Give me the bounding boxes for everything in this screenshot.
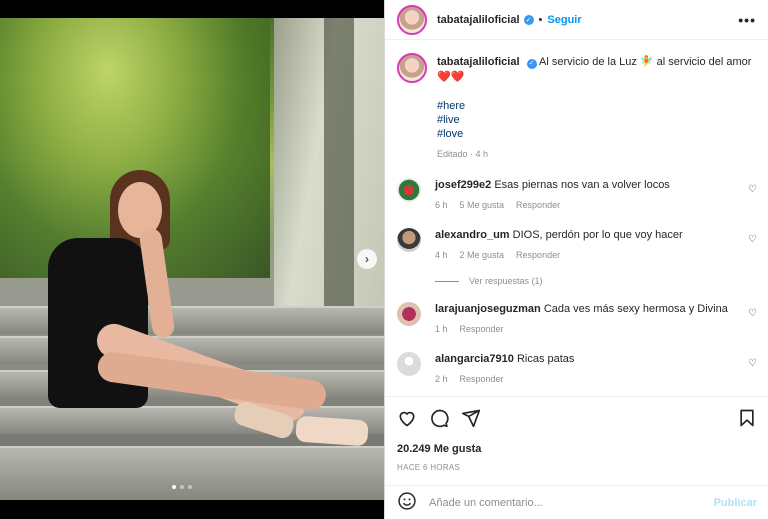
photo-subject: [38, 168, 369, 468]
heart-icon[interactable]: ♡: [748, 308, 757, 319]
add-comment-bar: Publicar: [385, 485, 768, 519]
caption-hearts: ❤️❤️: [437, 71, 465, 83]
verified-badge-icon: ✓: [526, 58, 537, 69]
avatar[interactable]: [397, 53, 427, 83]
hashtag-link[interactable]: #love: [437, 127, 757, 141]
comment-likes[interactable]: 5 Me gusta: [460, 198, 505, 212]
avatar[interactable]: [397, 228, 421, 252]
comment-item: alexandro_um DIOS, perdón por lo que voy…: [397, 228, 757, 262]
separator-dot: •: [538, 13, 543, 26]
caption-edited-time: Editado · 4 h: [437, 149, 489, 159]
comment-text: DIOS, perdón por lo que voy hacer: [512, 229, 683, 241]
reply-button[interactable]: Responder: [460, 322, 504, 336]
caption-username[interactable]: tabatajaliloficial: [437, 56, 520, 68]
avatar[interactable]: [397, 178, 421, 202]
post-header: tabatajaliloficial ✓ • Seguir •••: [385, 0, 768, 40]
post-author-username[interactable]: tabatajaliloficial: [437, 14, 520, 26]
comment-input[interactable]: [429, 496, 714, 509]
view-replies-button[interactable]: Ver respuestas (1): [435, 276, 757, 286]
comments-list[interactable]: tabatajaliloficial ✓ Al servicio de la L…: [385, 41, 768, 395]
comment-time: 4 h: [435, 250, 448, 260]
heart-icon[interactable]: [397, 408, 417, 428]
reply-button[interactable]: Responder: [516, 248, 560, 262]
heart-icon[interactable]: ♡: [748, 234, 757, 245]
caption-hashtags: #here #live #love: [437, 99, 757, 141]
comment-item: alangarcia7910 Ricas patas 2 h Responder…: [397, 352, 757, 386]
carousel-dot: [172, 485, 176, 489]
comment-icon[interactable]: [429, 408, 449, 428]
post-actions: 20.249 Me gusta HACE 6 HORAS: [385, 396, 768, 472]
comment-username[interactable]: larajuanjoseguzman: [435, 303, 541, 315]
post-photo[interactable]: [0, 18, 384, 500]
comment-username[interactable]: josef299e2: [435, 179, 491, 191]
comment-time: 1 h: [435, 324, 448, 334]
hashtag-link[interactable]: #live: [437, 113, 757, 127]
comment-time: 6 h: [435, 200, 448, 210]
emoji-icon[interactable]: [397, 491, 417, 514]
post-media: ›: [0, 0, 384, 519]
caption-text: Al servicio de la Luz 🧚 al servicio del …: [539, 56, 752, 68]
subject-shoe: [295, 415, 369, 447]
comment-text: Cada ves más sexy hermosa y Divina: [543, 303, 728, 315]
post-timestamp: HACE 6 HORAS: [397, 463, 461, 472]
reply-button[interactable]: Responder: [460, 372, 504, 386]
comment-text: Ricas patas: [516, 353, 575, 365]
avatar[interactable]: [397, 4, 427, 35]
verified-badge-icon: ✓: [523, 14, 534, 25]
replies-line: [435, 280, 459, 282]
share-icon[interactable]: [461, 408, 481, 428]
avatar[interactable]: [397, 352, 421, 376]
carousel-dot: [180, 485, 184, 489]
follow-button[interactable]: Seguir: [547, 14, 581, 26]
comment-item: larajuanjoseguzman Cada ves más sexy her…: [397, 302, 757, 336]
chevron-right-icon[interactable]: ›: [357, 249, 377, 269]
heart-icon[interactable]: ♡: [748, 184, 757, 195]
comment-username[interactable]: alangarcia7910: [435, 353, 514, 365]
carousel-indicator: [172, 485, 192, 489]
likes-count[interactable]: 20.249 Me gusta: [397, 443, 757, 455]
bookmark-icon[interactable]: [737, 408, 757, 428]
post-details-panel: tabatajaliloficial ✓ • Seguir ••• tabata…: [384, 0, 768, 519]
view-replies-label: Ver respuestas (1): [469, 276, 543, 286]
comment-item: josef299e2 Esas piernas nos van a volver…: [397, 178, 757, 212]
comment-text: Esas piernas nos van a volver locos: [494, 179, 670, 191]
publish-button[interactable]: Publicar: [714, 497, 757, 509]
hashtag-link[interactable]: #here: [437, 99, 757, 113]
avatar[interactable]: [397, 302, 421, 326]
comment-time: 2 h: [435, 374, 448, 384]
more-options-icon[interactable]: •••: [738, 12, 756, 28]
post-caption: tabatajaliloficial ✓ Al servicio de la L…: [397, 53, 757, 162]
carousel-dot: [188, 485, 192, 489]
heart-icon[interactable]: ♡: [748, 358, 757, 369]
comment-likes[interactable]: 2 Me gusta: [460, 248, 505, 262]
comment-username[interactable]: alexandro_um: [435, 229, 510, 241]
reply-button[interactable]: Responder: [516, 198, 560, 212]
